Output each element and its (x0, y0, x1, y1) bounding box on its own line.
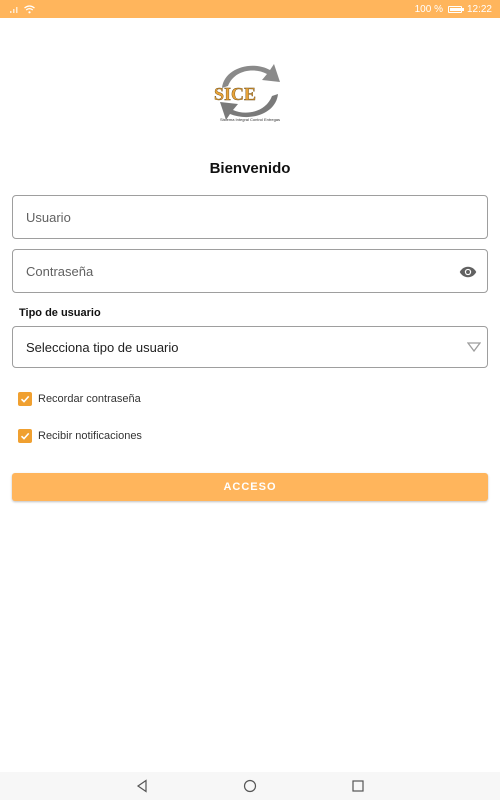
remember-password-checkbox[interactable] (18, 392, 32, 406)
recents-icon (352, 780, 364, 792)
access-button[interactable]: ACCESO (12, 473, 488, 501)
remember-password-label: Recordar contraseña (38, 393, 141, 405)
status-bar: 100 % 12:22 (0, 0, 500, 18)
recents-button[interactable] (350, 778, 366, 794)
logo-mark-text: SICE (214, 84, 256, 104)
check-icon (20, 432, 30, 440)
notifications-checkbox[interactable] (18, 429, 32, 443)
clock: 12:22 (466, 3, 492, 15)
logo-subtitle: Sistema Integral Control Entregas (219, 117, 281, 122)
back-button[interactable] (134, 778, 150, 794)
status-left (10, 4, 35, 14)
eye-icon[interactable] (459, 263, 477, 281)
user-type-select[interactable]: Selecciona tipo de usuario (12, 326, 488, 368)
home-icon (243, 779, 257, 793)
remember-password-row[interactable]: Recordar contraseña (18, 392, 141, 406)
notifications-label: Recibir notificaciones (38, 430, 142, 442)
password-placeholder: Contraseña (26, 263, 94, 279)
username-placeholder: Usuario (26, 209, 71, 225)
wifi-icon (24, 4, 35, 13)
status-right: 100 % 12:22 (415, 4, 492, 15)
notifications-row[interactable]: Recibir notificaciones (18, 429, 142, 443)
page-title: Bienvenido (209, 160, 291, 177)
navigation-bar (0, 772, 500, 800)
signal-icon (10, 7, 18, 13)
check-icon (20, 395, 30, 403)
dropdown-caret-icon (467, 342, 481, 352)
username-field[interactable]: Usuario (12, 195, 488, 239)
password-field[interactable]: Contraseña (12, 249, 488, 293)
battery-fill (449, 7, 461, 11)
battery-icon (447, 5, 464, 13)
user-type-label: Tipo de usuario (19, 307, 101, 319)
user-type-value: Selecciona tipo de usuario (26, 339, 179, 355)
battery-percent: 100 % (414, 3, 443, 15)
home-button[interactable] (242, 778, 258, 794)
back-icon (136, 779, 147, 793)
